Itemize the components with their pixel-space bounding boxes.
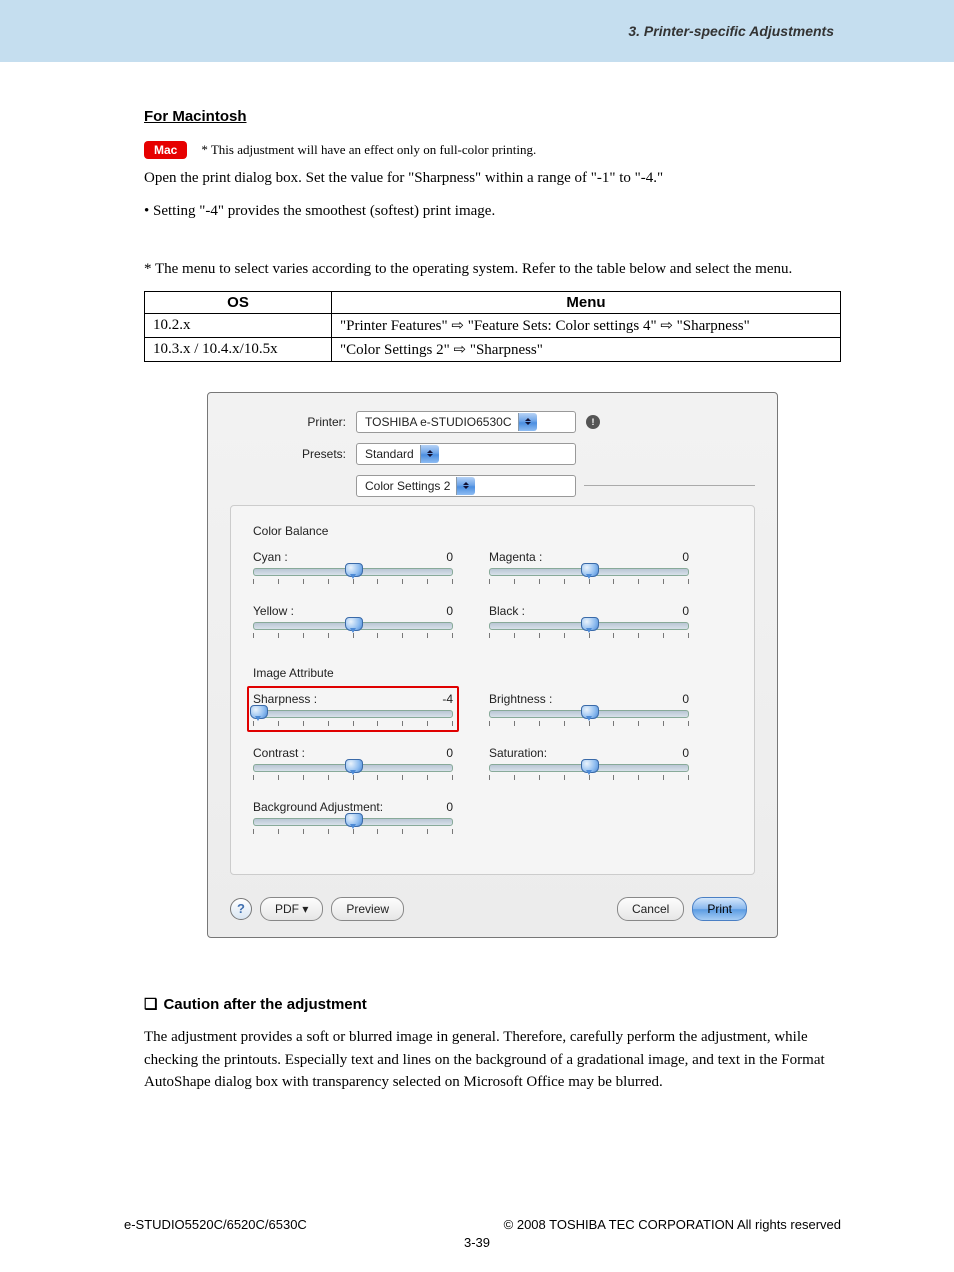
help-button[interactable]: ?: [230, 898, 252, 920]
caution-heading: ❏Caution after the adjustment: [144, 994, 841, 1017]
slider-sharpness[interactable]: Sharpness : -4: [253, 692, 453, 726]
label-magenta: Magenta :: [489, 550, 542, 564]
footer-model: e-STUDIO5520C/6520C/6530C: [124, 1217, 307, 1232]
info-icon[interactable]: !: [586, 415, 600, 429]
label-printer: Printer:: [230, 415, 356, 429]
label-brightness: Brightness :: [489, 692, 552, 706]
value-magenta: 0: [682, 550, 689, 564]
section-color-balance: Color Balance: [253, 524, 732, 538]
td-os-1: 10.2.x: [145, 313, 332, 337]
value-sharpness: -4: [442, 692, 453, 706]
label-saturation: Saturation:: [489, 746, 547, 760]
page-header: 3. Printer-specific Adjustments: [0, 0, 954, 62]
th-menu: Menu: [332, 291, 841, 313]
table-intro: * The menu to select varies according to…: [144, 258, 841, 281]
value-yellow: 0: [446, 604, 453, 618]
slider-magenta[interactable]: Magenta : 0: [489, 550, 689, 584]
slider-cyan[interactable]: Cyan : 0: [253, 550, 453, 584]
instruction-line2: • Setting "-4" provides the smoothest (s…: [144, 200, 841, 223]
presets-value: Standard: [365, 447, 414, 461]
label-cyan: Cyan :: [253, 550, 288, 564]
td-os-2: 10.3.x / 10.4.x/10.5x: [145, 337, 332, 361]
settings-panel: Color Balance Cyan : 0 Magenta : 0: [230, 505, 755, 875]
page-number: 3-39: [0, 1235, 954, 1250]
slider-saturation[interactable]: Saturation: 0: [489, 746, 689, 780]
presets-select[interactable]: Standard: [356, 443, 576, 465]
slider-black[interactable]: Black : 0: [489, 604, 689, 638]
printer-value: TOSHIBA e-STUDIO6530C: [365, 415, 512, 429]
slider-background-adjustment[interactable]: Background Adjustment: 0: [253, 800, 453, 834]
pdf-button[interactable]: PDF ▾: [260, 897, 323, 921]
updown-icon: [456, 477, 475, 495]
printer-select[interactable]: TOSHIBA e-STUDIO6530C: [356, 411, 576, 433]
label-sharpness: Sharpness :: [253, 692, 317, 706]
section-image-attribute: Image Attribute: [253, 666, 732, 680]
td-menu-2: "Color Settings 2" ⇨ "Sharpness": [332, 337, 841, 361]
label-bgadj: Background Adjustment:: [253, 800, 383, 814]
preview-button[interactable]: Preview: [331, 897, 404, 921]
value-brightness: 0: [682, 692, 689, 706]
slider-yellow[interactable]: Yellow : 0: [253, 604, 453, 638]
caution-text: The adjustment provides a soft or blurre…: [144, 1026, 841, 1094]
os-menu-table: OS Menu 10.2.x "Printer Features" ⇨ "Fea…: [144, 291, 841, 362]
badge-note: * This adjustment will have an effect on…: [201, 142, 536, 158]
value-saturation: 0: [682, 746, 689, 760]
divider: [584, 485, 755, 486]
value-contrast: 0: [446, 746, 453, 760]
label-contrast: Contrast :: [253, 746, 305, 760]
pane-value: Color Settings 2: [365, 479, 450, 493]
label-black: Black :: [489, 604, 525, 618]
label-yellow: Yellow :: [253, 604, 294, 618]
td-menu-1: "Printer Features" ⇨ "Feature Sets: Colo…: [332, 313, 841, 337]
pane-select[interactable]: Color Settings 2: [356, 475, 576, 497]
mac-badge: Mac: [144, 141, 187, 159]
footer-copyright: © 2008 TOSHIBA TEC CORPORATION All right…: [504, 1217, 841, 1232]
instruction-line1: Open the print dialog box. Set the value…: [144, 167, 841, 190]
heading-macintosh: For Macintosh: [144, 108, 841, 125]
print-dialog: Printer: TOSHIBA e-STUDIO6530C ! Presets…: [207, 392, 778, 938]
label-presets: Presets:: [230, 447, 356, 461]
slider-brightness[interactable]: Brightness : 0: [489, 692, 689, 726]
cancel-button[interactable]: Cancel: [617, 897, 684, 921]
value-bgadj: 0: [446, 800, 453, 814]
th-os: OS: [145, 291, 332, 313]
value-black: 0: [682, 604, 689, 618]
slider-contrast[interactable]: Contrast : 0: [253, 746, 453, 780]
updown-icon: [518, 413, 537, 431]
updown-icon: [420, 445, 439, 463]
print-button[interactable]: Print: [692, 897, 747, 921]
value-cyan: 0: [446, 550, 453, 564]
